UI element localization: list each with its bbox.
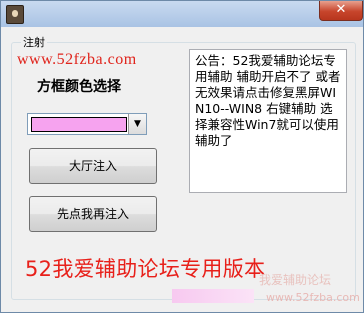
box-color-title: 方框颜色选择: [37, 79, 121, 95]
click-first-inject-button[interactable]: 先点我再注入: [29, 196, 157, 232]
client-area: 注射 www.52fzba.com 方框颜色选择 ▼ 大厅注入 先点我再注入 公…: [8, 27, 357, 305]
hall-inject-button[interactable]: 大厅注入: [29, 148, 157, 184]
chevron-down-icon[interactable]: ▼: [128, 114, 146, 134]
site-url-label: www.52fzba.com: [17, 51, 137, 68]
watermark-strip: [172, 289, 254, 303]
close-icon: ✕: [335, 2, 347, 17]
groupbox-title: 注射: [21, 34, 47, 50]
selected-color-swatch: [31, 117, 127, 132]
version-banner: 52我爱辅助论坛专用版本: [25, 257, 266, 281]
box-color-select[interactable]: ▼: [27, 113, 147, 135]
watermark-logo: 我爱辅助论坛: [259, 273, 332, 287]
watermark-url: www.52fzba.com: [266, 291, 360, 304]
notice-textbox[interactable]: 公告：52我爱辅助论坛专用辅助 辅助开启不了 或者无效果请点击修复黑屏WIN10…: [189, 49, 347, 193]
app-icon[interactable]: [6, 5, 24, 24]
title-bar[interactable]: ✕: [1, 1, 363, 27]
close-button[interactable]: ✕: [319, 1, 363, 21]
app-window: ✕ 注射 www.52fzba.com 方框颜色选择 ▼ 大厅注入 先点我再注入…: [0, 0, 364, 313]
